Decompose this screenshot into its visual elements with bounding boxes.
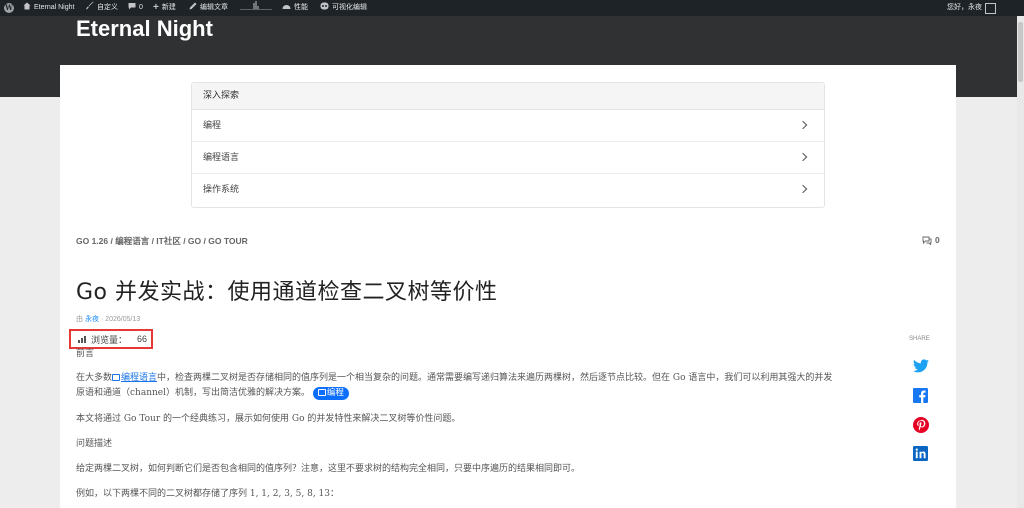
admin-bar: W Eternal Night 自定义 0 + 新建 编辑文章 性能 可视化编辑… [0, 0, 1024, 16]
paragraph-4: 例如，以下两棵不同的二叉树都存储了序列 1, 1, 2, 3, 5, 8, 13… [76, 489, 340, 499]
chevron-right-icon [798, 184, 808, 194]
tag-glyph-icon [317, 389, 326, 396]
tag-pill-label: 编程 [326, 388, 344, 398]
performance-label: 性能 [294, 4, 308, 11]
problem-heading: 问题描述 [76, 439, 113, 449]
edit-post-label: 编辑文章 [200, 4, 228, 11]
scrollbar-thumb[interactable] [1018, 22, 1023, 82]
site-name-menu[interactable]: Eternal Night [23, 0, 74, 16]
home-icon [23, 0, 31, 16]
para1-text-a: 在大多数 [76, 373, 113, 383]
facebook-icon [913, 388, 928, 403]
breadcrumb[interactable]: GO 1.26 / 编程语言 / IT社区 / GO / GO TOUR [76, 235, 248, 247]
edit-post-menu[interactable]: 编辑文章 [189, 0, 228, 16]
pinterest-icon [912, 416, 929, 433]
chevron-right-icon [798, 152, 808, 162]
twitter-icon [912, 358, 929, 372]
explore-item-label: 编程 [203, 121, 222, 131]
stats-sparkline-icon [240, 0, 272, 17]
para1-text-c: 原语和通道（channel）机制，写出简洁优雅的解决方案。 [76, 388, 311, 398]
comments-menu[interactable]: 0 [128, 0, 143, 16]
gauge-icon [282, 0, 291, 16]
programming-language-link[interactable]: 编程语言 [121, 373, 157, 383]
linkedin-share-button[interactable] [912, 445, 929, 462]
customize-menu[interactable]: 自定义 [85, 0, 118, 16]
pencil-icon [189, 0, 197, 16]
brush-icon [85, 0, 94, 16]
stats-menu[interactable] [240, 0, 272, 16]
comments-count: 0 [139, 4, 143, 11]
view-count-box: 浏览量： 66 [69, 329, 153, 349]
explore-heading: 深入探索 [192, 83, 824, 110]
site-name-label: Eternal Night [34, 4, 75, 11]
greeting-label: 您好，永夜 [947, 4, 982, 11]
link-glyph-icon [112, 374, 121, 381]
wordpress-logo-menu[interactable]: W [4, 0, 14, 16]
author-link[interactable]: 永夜 [85, 316, 99, 323]
explore-item-programming[interactable]: 编程 [192, 110, 824, 142]
comment-bubble-icon [128, 0, 136, 16]
share-label: SHARE [909, 336, 930, 342]
explore-item-label: 编程语言 [203, 153, 240, 163]
wordpress-icon: W [4, 3, 14, 13]
linkedin-icon [913, 446, 928, 461]
tag-pill-programming[interactable]: 编程 [312, 387, 349, 400]
twitter-share-button[interactable] [912, 357, 929, 374]
article-card: 深入探索 编程 编程语言 操作系统 GO 1.26 / 编程语言 / IT社区 … [60, 65, 956, 508]
paragraph-3: 给定两棵二叉树，如何判断它们是否包含相同的值序列？注意，这里不要求树的结构完全相… [76, 464, 581, 474]
visual-edit-menu[interactable]: 可视化编辑 [320, 0, 367, 16]
intro-paragraph: 在大多数 编程语言中，检查两棵二叉树是否存储相同的值序列是一个相当复杂的问题。通常… [76, 371, 886, 401]
page-scrollbar[interactable] [1017, 16, 1024, 508]
explore-item-operating-systems[interactable]: 操作系统 [192, 174, 824, 206]
bar-chart-icon [78, 335, 87, 343]
comments-icon [922, 236, 932, 245]
comments-count: 0 [935, 235, 940, 245]
new-label: 新建 [161, 4, 176, 11]
avatar [985, 2, 996, 14]
post-meta: 由 永夜 · 2026/05/13 [76, 314, 140, 324]
customize-label: 自定义 [97, 4, 118, 11]
views-label: 浏览量： [91, 335, 128, 346]
new-content-menu[interactable]: + 新建 [153, 0, 176, 16]
pinterest-share-button[interactable] [912, 416, 929, 433]
performance-menu[interactable]: 性能 [282, 0, 308, 16]
plus-icon: + [153, 2, 159, 13]
preface-heading: 前言 [76, 349, 95, 359]
facebook-share-button[interactable] [912, 387, 929, 404]
visual-builder-icon [320, 0, 329, 16]
comments-link[interactable]: 0 [922, 235, 940, 245]
post-date: · 2026/05/13 [100, 316, 141, 323]
chevron-right-icon [798, 120, 808, 130]
post-title: Go 并发实战：使用通道检查二叉树等价性 [76, 280, 498, 305]
views-count: 66 [137, 334, 148, 344]
visual-edit-label: 可视化编辑 [332, 4, 367, 11]
explore-item-label: 操作系统 [203, 185, 240, 195]
account-menu[interactable]: 您好，永夜 [947, 0, 996, 16]
paragraph-2: 本文将通过 Go Tour 的一个经典练习，展示如何使用 Go 的并发特性来解决… [76, 414, 461, 424]
site-title[interactable]: Eternal Night [76, 16, 213, 42]
explore-item-programming-languages[interactable]: 编程语言 [192, 142, 824, 174]
by-label: 由 [76, 316, 83, 323]
para1-text-b: 中，检查两棵二叉树是否存储相同的值序列是一个相当复杂的问题。通常需要编写递归算法… [157, 373, 833, 383]
explore-panel: 深入探索 编程 编程语言 操作系统 [191, 82, 825, 208]
